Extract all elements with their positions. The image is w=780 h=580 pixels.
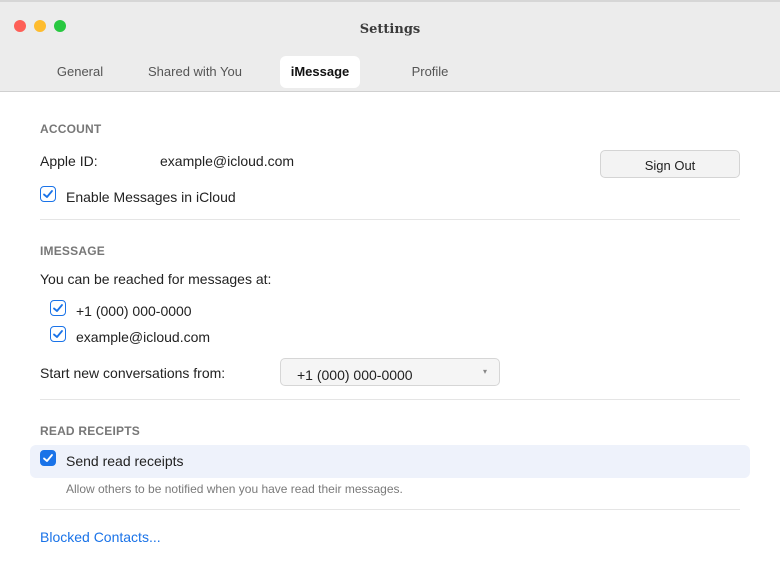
tab-general[interactable]: General <box>50 56 110 88</box>
tab-bar: General Shared with You iMessage Profile <box>0 52 780 92</box>
start-from-select[interactable]: +1 (000) 000-0000 ▾ <box>280 358 500 386</box>
address-checkbox-phone[interactable] <box>50 300 66 316</box>
apple-id-label: Apple ID: <box>40 153 98 169</box>
send-read-receipts-checkbox[interactable] <box>40 450 56 466</box>
enable-icloud-label[interactable]: Enable Messages in iCloud <box>66 189 236 205</box>
checkmark-icon <box>43 190 53 198</box>
apple-id-value: example@icloud.com <box>160 153 295 169</box>
section-divider <box>40 219 740 220</box>
start-from-value: +1 (000) 000-0000 <box>297 367 413 383</box>
window-title: Settings <box>359 22 421 37</box>
read-receipts-hint: Allow others to be notified when you hav… <box>66 482 403 496</box>
section-divider <box>40 509 740 510</box>
blocked-contacts-link[interactable]: Blocked Contacts... <box>40 529 161 545</box>
tab-imessage[interactable]: iMessage <box>280 56 360 88</box>
settings-window: Settings General Shared with You iMessag… <box>0 0 780 580</box>
imessage-section-title: IMESSAGE <box>40 244 105 258</box>
address-phone-label[interactable]: +1 (000) 000-0000 <box>76 303 192 319</box>
chevron-down-icon: ▾ <box>482 367 487 376</box>
tab-profile[interactable]: Profile <box>400 56 460 88</box>
section-divider <box>40 399 740 400</box>
address-email-label[interactable]: example@icloud.com <box>76 329 210 345</box>
sign-out-button[interactable]: Sign Out <box>600 150 740 178</box>
title-bar: Settings <box>0 0 780 52</box>
checkmark-icon <box>53 304 63 312</box>
read-receipts-section-title: READ RECEIPTS <box>40 424 140 438</box>
tab-shared-with-you[interactable]: Shared with You <box>138 56 252 88</box>
checkmark-icon <box>43 454 53 462</box>
start-from-label: Start new conversations from: <box>40 365 226 381</box>
account-section-title: ACCOUNT <box>40 122 102 136</box>
checkmark-icon <box>53 330 63 338</box>
send-read-receipts-label[interactable]: Send read receipts <box>66 453 184 469</box>
address-checkbox-email[interactable] <box>50 326 66 342</box>
enable-icloud-checkbox[interactable] <box>40 186 56 202</box>
reach-label: You can be reached for messages at: <box>40 271 272 287</box>
